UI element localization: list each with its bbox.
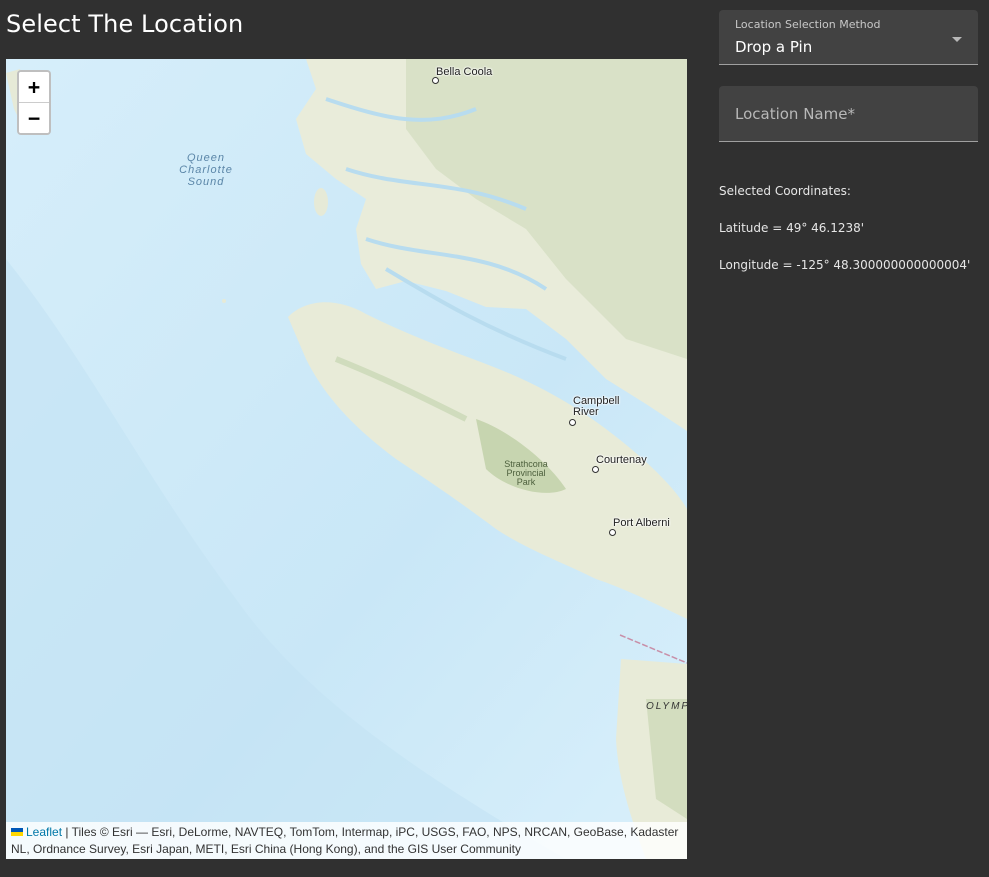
label-queen-line-2: Charlotte xyxy=(179,164,233,176)
label-campbell-river: Campbell River xyxy=(573,396,619,418)
location-method-label: Location Selection Method xyxy=(735,18,881,31)
map-attribution: Leaflet | Tiles © Esri — Esri, DeLorme, … xyxy=(6,822,687,859)
label-queen-line-3: Sound xyxy=(187,176,225,188)
city-marker-campbell-river xyxy=(569,419,576,426)
city-marker-bella-coola xyxy=(432,77,439,84)
coordinates-heading: Selected Coordinates: xyxy=(719,184,851,198)
dropdown-arrow-icon[interactable] xyxy=(952,37,962,42)
city-marker-courtenay xyxy=(592,466,599,473)
map-tiles[interactable] xyxy=(6,59,687,859)
label-courtenay: Courtenay xyxy=(596,454,647,466)
latitude-value: Latitude = 49° 46.1238' xyxy=(719,221,865,235)
label-queen-line-1: Queen xyxy=(186,152,226,164)
label-port-alberni: Port Alberni xyxy=(613,517,670,529)
zoom-in-button[interactable]: + xyxy=(19,72,49,102)
label-bella-coola: Bella Coola xyxy=(436,66,493,78)
location-method-select[interactable]: Location Selection Method Drop a Pin xyxy=(719,10,978,65)
leaflet-link[interactable]: Leaflet xyxy=(26,825,62,839)
location-method-value[interactable]: Drop a Pin xyxy=(735,38,812,56)
location-name-field[interactable] xyxy=(719,86,978,142)
zoom-out-button[interactable]: − xyxy=(19,102,49,133)
label-queen-charlotte-sound: Queen Charlotte Sound xyxy=(176,152,236,188)
zoom-control: + − xyxy=(17,70,51,135)
longitude-value: Longitude = -125° 48.300000000000004' xyxy=(719,258,971,272)
label-campbell-line-2: River xyxy=(573,406,599,418)
ukraine-flag-icon xyxy=(11,828,23,836)
city-marker-port-alberni xyxy=(609,529,616,536)
label-olympic: OLYMP xyxy=(646,701,687,712)
label-strathcona-line-3: Park xyxy=(516,477,536,487)
label-strathcona-park: Strathcona Provincial Park xyxy=(496,460,556,487)
selected-coordinates: Selected Coordinates: Latitude = 49° 46.… xyxy=(719,183,970,294)
map-view[interactable]: Bella Coola Queen Charlotte Sound Campbe… xyxy=(6,59,687,859)
location-name-input[interactable] xyxy=(719,86,978,141)
attribution-text: | Tiles © Esri — Esri, DeLorme, NAVTEQ, … xyxy=(11,825,679,856)
page-title: Select The Location xyxy=(6,10,244,38)
